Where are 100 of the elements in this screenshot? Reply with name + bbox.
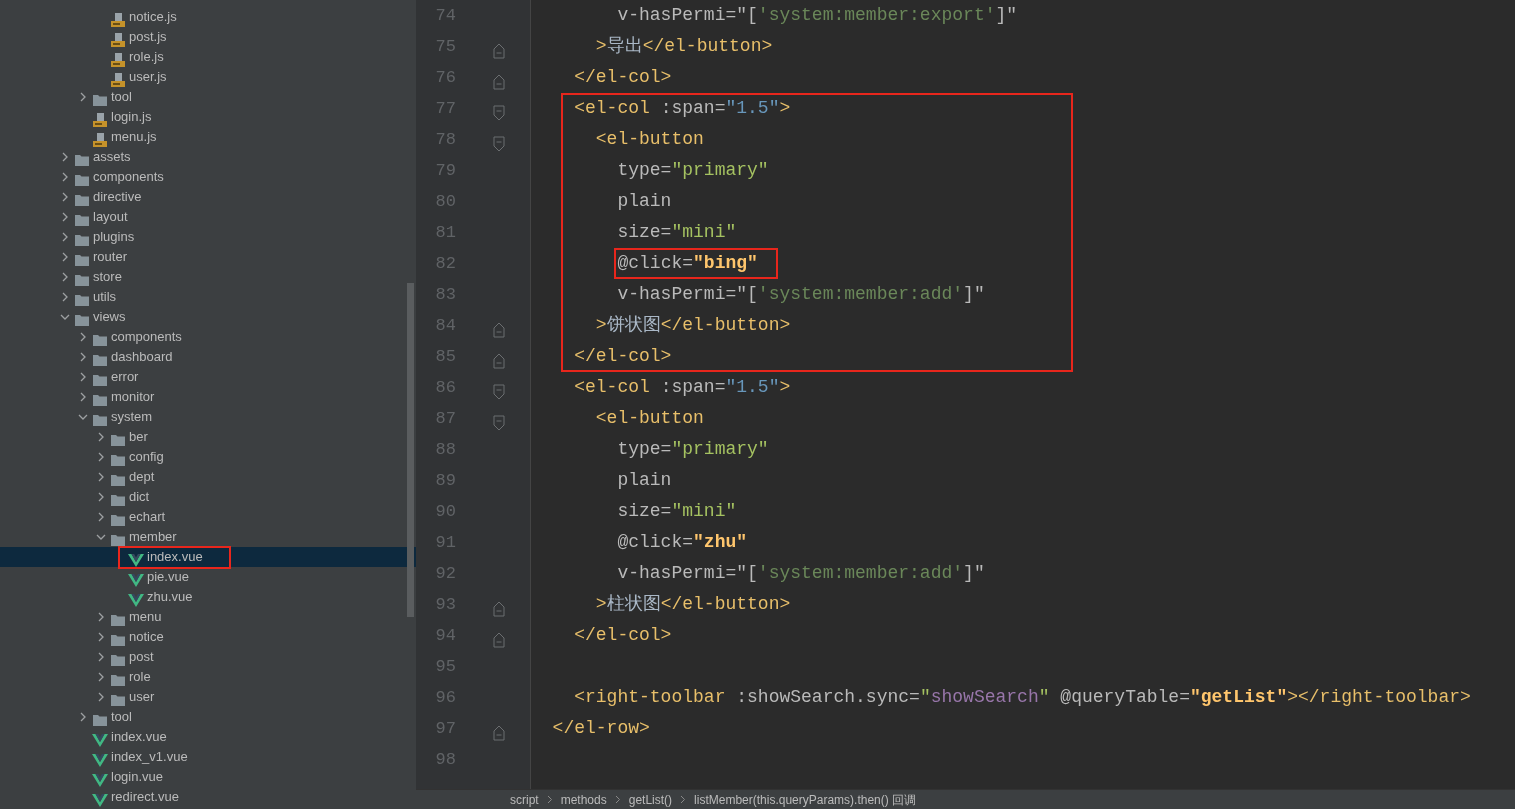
code-line: size="mini": [561, 217, 1073, 248]
scrollbar-thumb[interactable]: [407, 283, 414, 617]
tree-row[interactable]: member: [0, 527, 416, 547]
tree-row[interactable]: error: [0, 367, 416, 387]
code-line: v-hasPermi="['system:member:add']": [616, 562, 986, 585]
js-file-icon: [110, 71, 126, 88]
tree-row[interactable]: role: [0, 667, 416, 687]
folder-name: store: [93, 268, 122, 287]
file-name: login.js: [111, 108, 152, 127]
tree-row[interactable]: dict: [0, 487, 416, 507]
vue-logo-icon: [128, 571, 144, 588]
js-file-icon: [92, 131, 108, 148]
folder-name: dept: [129, 468, 155, 487]
file-name: post.js: [129, 28, 167, 47]
chevron-right-icon: [680, 795, 687, 804]
tree-row[interactable]: dept: [0, 467, 416, 487]
code-line: <el-button: [561, 124, 1073, 155]
chevron-right-icon: [546, 795, 553, 804]
vue-logo-icon: [92, 791, 108, 808]
tree-row[interactable]: directive: [0, 187, 416, 207]
folder-name: tool: [111, 708, 132, 727]
breadcrumb-item[interactable]: script: [510, 790, 539, 809]
code-line: </el-col>: [561, 341, 1073, 372]
code-line: </el-row>: [551, 717, 651, 740]
folder-name: notice: [129, 628, 164, 647]
breadcrumb-item[interactable]: listMember(this.queryParams).then() 回调: [694, 790, 917, 809]
folder-name: post: [129, 648, 154, 667]
tree-row[interactable]: post.js: [0, 27, 416, 47]
tree-row[interactable]: notice: [0, 627, 416, 647]
tree-row[interactable]: layout: [0, 207, 416, 227]
folder-name: ber: [129, 428, 148, 447]
folder-name: member: [129, 528, 177, 547]
tree-row[interactable]: tool: [0, 87, 416, 107]
chevron-right-icon: [78, 92, 88, 102]
folder-name: components: [93, 168, 164, 187]
tree-row[interactable]: config: [0, 447, 416, 467]
code-line: <el-col :span="1.5">: [561, 93, 1073, 124]
tree-row[interactable]: tool: [0, 707, 416, 727]
folder-name: role: [129, 668, 151, 687]
tree-row[interactable]: components: [0, 327, 416, 347]
vue-logo-icon: [92, 771, 108, 788]
code-line: v-hasPermi="['system:member:add']": [561, 279, 1073, 310]
tree-row[interactable]: assets: [0, 147, 416, 167]
folder-name: assets: [93, 148, 131, 167]
breadcrumb-item[interactable]: getList(): [628, 790, 673, 809]
folder-name: dict: [129, 488, 150, 507]
vue-logo-icon: [92, 731, 108, 748]
tree-row[interactable]: echart: [0, 507, 416, 527]
tree-row[interactable]: monitor: [0, 387, 416, 407]
folder-name: components: [111, 328, 182, 347]
file-name: zhu.vue: [147, 588, 193, 607]
tree-row[interactable]: index.vue: [0, 727, 416, 747]
tree-row[interactable]: user: [0, 687, 416, 707]
code-line: plain: [561, 186, 1073, 217]
file-name: index.vue: [147, 548, 203, 567]
code-line: >饼状图</el-button>: [561, 310, 1073, 341]
tree-row[interactable]: login.js: [0, 107, 416, 127]
tree-row[interactable]: plugins: [0, 227, 416, 247]
code-line: >导出</el-button>: [594, 35, 774, 58]
tree-row[interactable]: utils: [0, 287, 416, 307]
folder-name: dashboard: [111, 348, 173, 367]
folder-name: plugins: [93, 228, 135, 247]
breadcrumb-item[interactable]: methods: [560, 790, 607, 809]
tree-row[interactable]: post: [0, 647, 416, 667]
js-file-icon: [110, 31, 126, 48]
tree-row[interactable]: router: [0, 247, 416, 267]
tree-row[interactable]: user.js: [0, 67, 416, 87]
tree-row[interactable]: index_v1.vue: [0, 747, 416, 767]
code-line: type="primary": [561, 155, 1073, 186]
tree-row[interactable]: index.vue: [0, 547, 416, 567]
tree-row[interactable]: role.js: [0, 47, 416, 67]
tree-row[interactable]: views: [0, 307, 416, 327]
vue-logo-icon: [128, 551, 144, 568]
folder-name: error: [111, 368, 139, 387]
folder-name: echart: [129, 508, 166, 527]
tree-row[interactable]: dashboard: [0, 347, 416, 367]
highlighted-code: @click="bing": [614, 248, 778, 279]
tree-row[interactable]: menu: [0, 607, 416, 627]
tree-row[interactable]: system: [0, 407, 416, 427]
tree-row[interactable]: zhu.vue: [0, 587, 416, 607]
js-file-icon: [110, 51, 126, 68]
file-name: index_v1.vue: [111, 748, 188, 767]
file-name: login.vue: [111, 768, 164, 787]
tree-row[interactable]: redirect.vue: [0, 787, 416, 807]
tree-row[interactable]: pie.vue: [0, 567, 416, 587]
tree-row[interactable]: ber: [0, 427, 416, 447]
file-name: pie.vue: [147, 568, 189, 587]
folder-name: menu: [129, 608, 162, 627]
chevron-down-icon: [78, 412, 88, 422]
tree-row[interactable]: menu.js: [0, 127, 416, 147]
folder-name: system: [111, 408, 153, 427]
tree-row[interactable]: login.vue: [0, 767, 416, 787]
code-line: <right-toolbar :showSearch.sync="showSearch" @queryTable="getList"></right-toolbar>: [573, 686, 1472, 709]
tree-row[interactable]: notice.js: [0, 7, 416, 27]
tree-row[interactable]: store: [0, 267, 416, 287]
folder-name: views: [93, 308, 126, 327]
tree-row[interactable]: components: [0, 167, 416, 187]
js-file-icon: [110, 11, 126, 28]
folder-name: monitor: [111, 388, 155, 407]
chevron-right-icon: [614, 795, 621, 804]
